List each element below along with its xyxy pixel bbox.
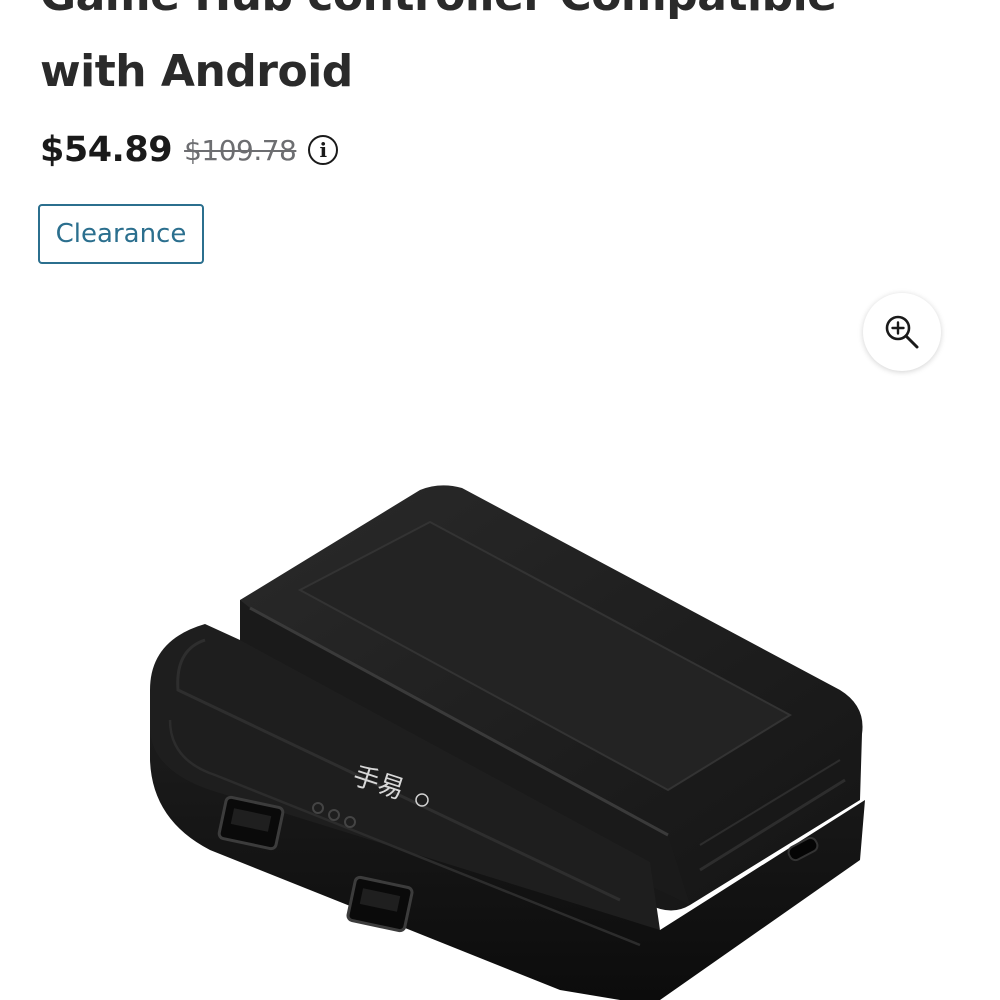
original-price: $109.78 bbox=[184, 133, 297, 167]
product-image: 手易 bbox=[150, 485, 865, 1000]
price-row: $54.89 $109.78 i bbox=[40, 124, 339, 176]
zoom-button[interactable] bbox=[863, 293, 941, 371]
clearance-badge: Clearance bbox=[38, 204, 204, 264]
product-page: Game Hub controller Compatible with Andr… bbox=[0, 0, 1000, 1000]
info-icon[interactable]: i bbox=[308, 135, 339, 165]
zoom-in-icon bbox=[885, 315, 919, 349]
product-title: Game Hub controller Compatible with Andr… bbox=[40, 0, 837, 97]
current-price: $54.89 bbox=[40, 130, 173, 170]
